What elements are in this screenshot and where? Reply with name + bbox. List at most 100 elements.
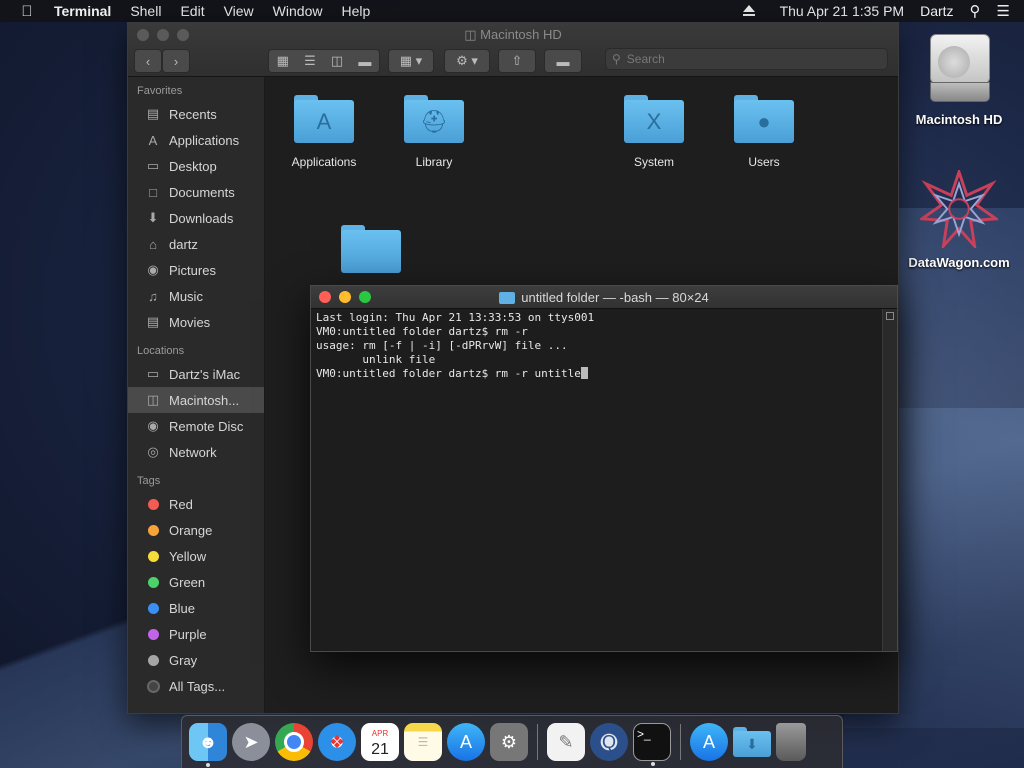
forward-button[interactable]: › xyxy=(162,49,190,73)
tag-color-dot-icon xyxy=(145,652,161,668)
terminal-output[interactable]: Last login: Thu Apr 21 13:33:53 on ttys0… xyxy=(311,309,883,651)
dock-trash-icon[interactable] xyxy=(776,723,806,761)
share-button[interactable]: ⇧ xyxy=(498,49,536,73)
search-field[interactable]: ⚲ Search xyxy=(605,48,888,70)
sidebar-item-music[interactable]: ♫ Music xyxy=(128,283,264,309)
sidebar-tag-purple[interactable]: Purple xyxy=(128,621,264,647)
camera-icon: ◉ xyxy=(147,262,159,277)
terminal-line: usage: rm [-f | -i] [-dPRrvW] file ... xyxy=(316,339,568,352)
tag-color-dot-icon xyxy=(145,600,161,616)
dock-safari-icon[interactable]: ❖ xyxy=(318,723,356,761)
file-users[interactable]: ● Users xyxy=(709,95,819,169)
sidebar-item-network[interactable]: ◎ Network xyxy=(128,439,264,465)
sidebar-item-label: Pictures xyxy=(169,262,216,278)
dock-system-preferences-icon[interactable]: ⚙ xyxy=(490,723,528,761)
back-button[interactable]: ‹ xyxy=(134,49,162,73)
view-mode-group[interactable]: ▦ ☰ ◫ ▬ xyxy=(268,49,380,73)
computer-icon: ▭ xyxy=(146,366,160,381)
file-label: Users xyxy=(748,155,780,169)
window-title: untitled folder — -bash — 80×24 xyxy=(521,290,709,305)
spotlight-search-icon[interactable]: ⚲ xyxy=(970,2,981,20)
desktop-icon-macintosh-hd[interactable]: Macintosh HD xyxy=(904,32,1014,127)
dock-downloads-folder-icon[interactable]: ⬇ xyxy=(733,723,771,761)
file-applications[interactable]: A Applications xyxy=(269,95,379,169)
desktop-icon-label: DataWagon.com xyxy=(908,255,1010,270)
menu-shell[interactable]: Shell xyxy=(130,3,161,19)
icon-view-icon[interactable]: ▦ xyxy=(277,53,289,69)
sidebar-item-applications[interactable]: A Applications xyxy=(128,127,264,153)
search-icon: ⚲ xyxy=(612,52,621,66)
dock-calendar-icon[interactable]: APR 21 xyxy=(361,723,399,761)
calendar-day: 21 xyxy=(371,741,389,758)
dock-finder-icon[interactable]: ☻ xyxy=(189,723,227,767)
sidebar-item-label: Music xyxy=(169,288,203,304)
sidebar-item-recents[interactable]: ▤ Recents xyxy=(128,101,264,127)
home-icon: ⌂ xyxy=(149,236,157,252)
file-library[interactable]: ⛑ Library xyxy=(379,95,489,169)
sidebar-tag-blue[interactable]: Blue xyxy=(128,595,264,621)
dock-terminal-icon[interactable]: >_ xyxy=(633,723,671,766)
applications-icon: A xyxy=(148,132,158,148)
sidebar-tag-yellow[interactable]: Yellow xyxy=(128,543,264,569)
sidebar-tag-green[interactable]: Green xyxy=(128,569,264,595)
gallery-view-icon[interactable]: ▬ xyxy=(358,54,371,69)
sidebar-item-label: Yellow xyxy=(169,548,207,564)
sidebar-item-movies[interactable]: ▤ Movies xyxy=(128,309,264,335)
menu-clock[interactable]: Thu Apr 21 1:35 PM xyxy=(780,3,905,19)
text-cursor xyxy=(580,367,588,379)
dock-notes-icon[interactable]: ☰ xyxy=(404,723,442,761)
menu-view[interactable]: View xyxy=(224,3,254,19)
sidebar-item-pictures[interactable]: ◉ Pictures xyxy=(128,257,264,283)
group-by-button[interactable]: ▦ ▾ xyxy=(388,49,434,73)
terminal-scrollbar[interactable] xyxy=(882,309,897,651)
menu-window[interactable]: Window xyxy=(273,3,323,19)
sidebar-section-locations: Locations xyxy=(137,345,185,357)
applications-folder-icon: A xyxy=(294,95,354,143)
desktop-icon-datawagon[interactable]: DataWagon.com xyxy=(904,167,1014,270)
sidebar-section-tags: Tags xyxy=(137,475,161,487)
notification-center-icon[interactable]: ☰ xyxy=(997,2,1010,20)
finder-title: ◫ Macintosh HD xyxy=(128,27,898,43)
sidebar-tag-red[interactable]: Red xyxy=(128,491,264,517)
star-logo-icon xyxy=(917,167,1001,251)
dock-chrome-icon[interactable] xyxy=(275,723,313,761)
sidebar-item-desktop[interactable]: ▭ Desktop xyxy=(128,153,264,179)
sidebar-item-remote-disc[interactable]: ◉ Remote Disc xyxy=(128,413,264,439)
file-untitled-folder[interactable] xyxy=(316,225,426,273)
column-view-icon[interactable]: ◫ xyxy=(331,53,343,69)
tag-button[interactable]: ▬ xyxy=(544,49,582,73)
sidebar-item-imac[interactable]: ▭ Dartz's iMac xyxy=(128,361,264,387)
sidebar-item-label: dartz xyxy=(169,236,198,252)
menu-edit[interactable]: Edit xyxy=(180,3,204,19)
sidebar-item-label: Purple xyxy=(169,626,207,642)
eject-icon[interactable] xyxy=(742,5,756,17)
tag-color-dot-icon xyxy=(145,626,161,642)
sidebar-item-label: Macintosh... xyxy=(169,392,240,408)
sidebar-tag-gray[interactable]: Gray xyxy=(128,647,264,673)
sidebar-item-label: Dartz's iMac xyxy=(169,366,241,382)
sidebar-item-documents[interactable]: □ Documents xyxy=(128,179,264,205)
dock-applications-folder-icon[interactable]: A xyxy=(690,723,728,761)
list-view-icon[interactable]: ☰ xyxy=(304,53,316,69)
sidebar-item-label: Red xyxy=(169,496,193,512)
sidebar-item-macintosh-hd[interactable]: ◫ Macintosh... xyxy=(128,387,264,413)
sidebar-tag-all-tags[interactable]: All Tags... xyxy=(128,673,264,699)
dock-quicktime-icon[interactable]: Q xyxy=(590,723,628,761)
folder-icon xyxy=(499,291,516,304)
sidebar-tag-orange[interactable]: Orange xyxy=(128,517,264,543)
menu-user[interactable]: Dartz xyxy=(920,3,953,19)
sidebar-item-downloads[interactable]: ⬇ Downloads xyxy=(128,205,264,231)
sidebar-item-label: Gray xyxy=(169,652,198,668)
menu-help[interactable]: Help xyxy=(341,3,370,19)
dock-app-store-icon[interactable]: A xyxy=(447,723,485,761)
dock-textedit-icon[interactable]: ✎ xyxy=(547,723,585,761)
apple-menu-icon[interactable]:  xyxy=(16,3,38,20)
folder-icon xyxy=(341,225,401,273)
sidebar-item-home[interactable]: ⌂ dartz xyxy=(128,231,264,257)
sidebar-item-label: Green xyxy=(169,574,206,590)
menu-app-name[interactable]: Terminal xyxy=(54,3,111,19)
file-system[interactable]: X System xyxy=(599,95,709,169)
dock-launchpad-icon[interactable]: ➤ xyxy=(232,723,270,761)
action-gear-button[interactable]: ⚙ ▾ xyxy=(444,49,490,73)
sidebar-item-label: Network xyxy=(169,444,217,460)
